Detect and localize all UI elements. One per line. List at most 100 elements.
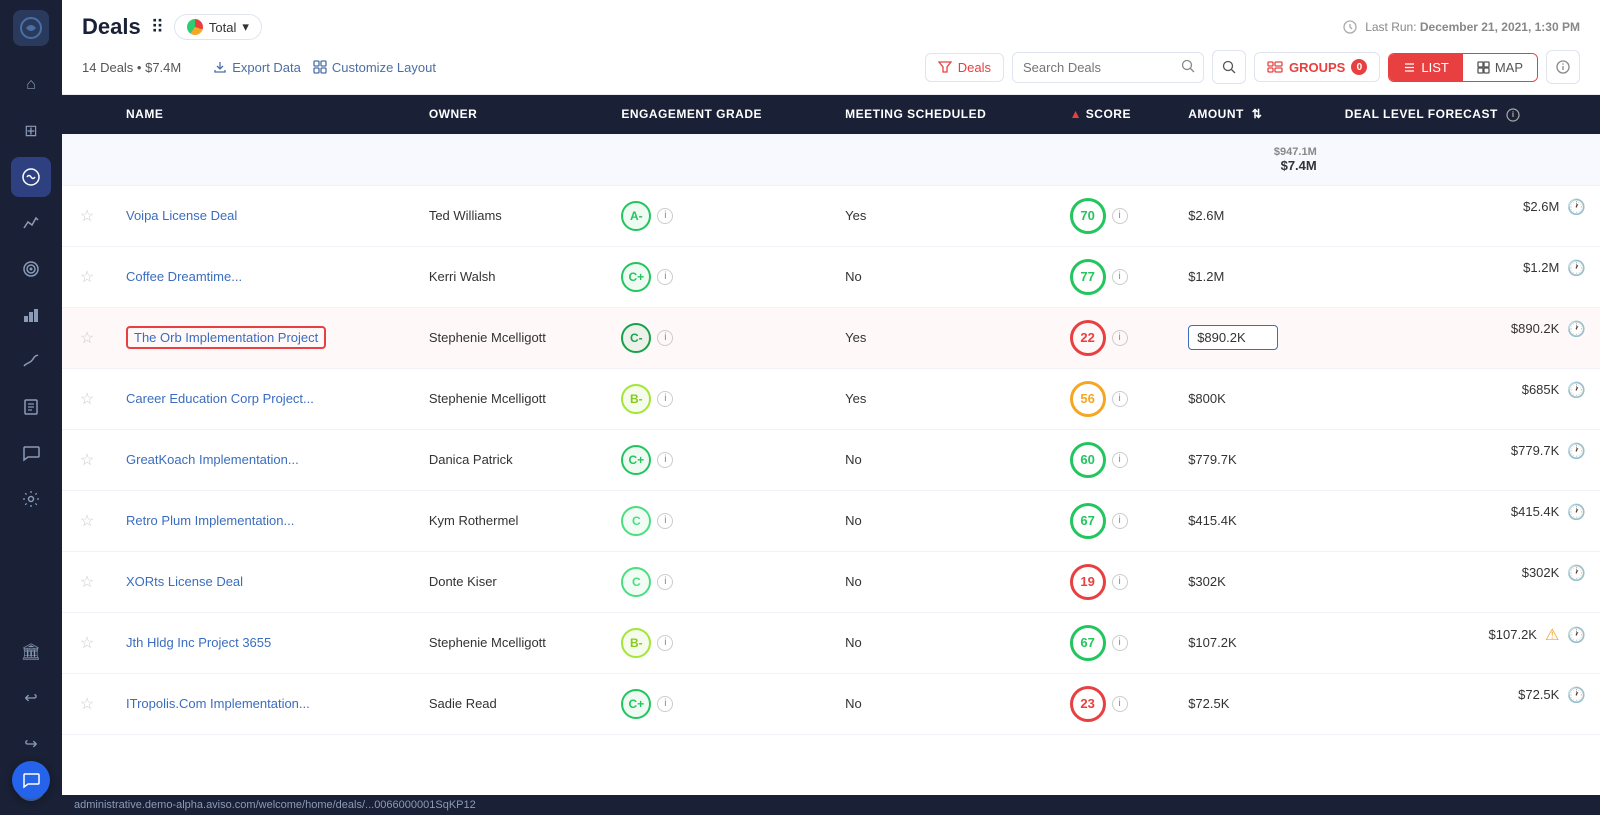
history-icon[interactable]: 🕐 <box>1567 564 1586 582</box>
grade-info-icon[interactable]: i <box>657 208 673 224</box>
total-dropdown[interactable]: Total ▾ <box>174 14 262 40</box>
sidebar-item-back[interactable]: ↩ <box>11 678 51 718</box>
deals-count: 14 Deals • $7.4M <box>82 60 181 75</box>
star-icon[interactable]: ☆ <box>80 513 94 530</box>
grade-info-icon[interactable]: i <box>657 513 673 529</box>
deal-name-link[interactable]: XORts License Deal <box>126 574 243 589</box>
map-view-button[interactable]: MAP <box>1463 54 1537 81</box>
deal-name-link[interactable]: ITropolis.Com Implementation... <box>126 696 310 711</box>
groups-button[interactable]: GROUPS 0 <box>1254 52 1380 82</box>
score-info-icon[interactable]: i <box>1112 452 1128 468</box>
history-icon[interactable]: 🕐 <box>1567 686 1586 704</box>
amount-value: $415.4K <box>1188 513 1236 528</box>
deal-name-link[interactable]: Retro Plum Implementation... <box>126 513 294 528</box>
deal-name-link[interactable]: Voipa License Deal <box>126 208 237 223</box>
deal-meeting: Yes <box>831 307 1055 368</box>
deal-meeting: No <box>831 246 1055 307</box>
deal-amount: $1.2M <box>1174 246 1331 307</box>
star-icon[interactable]: ☆ <box>80 330 94 347</box>
star-icon[interactable]: ☆ <box>80 269 94 286</box>
pie-chart-icon <box>187 19 203 35</box>
deal-name-link[interactable]: Jth Hldg Inc Project 3655 <box>126 635 271 650</box>
amount-value: $107.2K <box>1188 635 1236 650</box>
col-forecast[interactable]: DEAL LEVEL FORECAST <box>1331 95 1600 134</box>
deal-name-link[interactable]: Coffee Dreamtime... <box>126 269 242 284</box>
export-data-link[interactable]: Export Data <box>213 60 301 75</box>
app-logo[interactable] <box>13 10 49 46</box>
deal-owner: Sadie Read <box>415 673 607 734</box>
score-info-icon[interactable]: i <box>1112 574 1128 590</box>
grade-info-icon[interactable]: i <box>657 330 673 346</box>
sidebar-item-forward[interactable]: ↪ <box>11 724 51 764</box>
forecast-value: $890.2K <box>1511 321 1559 336</box>
filter-button[interactable]: Deals <box>925 53 1004 82</box>
deal-name-link[interactable]: GreatKoach Implementation... <box>126 452 299 467</box>
sidebar-item-barchart[interactable] <box>11 295 51 335</box>
col-meeting[interactable]: MEETING SCHEDULED <box>831 95 1055 134</box>
deal-name-link[interactable]: The Orb Implementation Project <box>134 330 318 345</box>
history-icon[interactable]: 🕐 <box>1567 626 1586 644</box>
groups-count-badge: 0 <box>1351 59 1367 75</box>
deal-grade: C+i <box>607 246 831 307</box>
col-name[interactable]: NAME <box>112 95 415 134</box>
sidebar-item-deals[interactable] <box>11 157 51 197</box>
history-icon[interactable]: 🕐 <box>1567 442 1586 460</box>
col-engagement[interactable]: ENGAGEMENT GRADE <box>607 95 831 134</box>
sidebar-item-analytics[interactable] <box>11 203 51 243</box>
history-icon[interactable]: 🕐 <box>1567 503 1586 521</box>
star-icon[interactable]: ☆ <box>80 208 94 225</box>
sidebar-item-docs[interactable] <box>11 387 51 427</box>
grade-info-icon[interactable]: i <box>657 452 673 468</box>
amount-value: $72.5K <box>1188 696 1229 711</box>
history-icon[interactable]: 🕐 <box>1567 259 1586 277</box>
sidebar-item-grid[interactable]: ⊞ <box>11 111 51 151</box>
star-icon[interactable]: ☆ <box>80 574 94 591</box>
history-icon[interactable]: 🕐 <box>1567 381 1586 399</box>
deal-grade: Ci <box>607 490 831 551</box>
grade-info-icon[interactable]: i <box>657 269 673 285</box>
score-info-icon[interactable]: i <box>1112 513 1128 529</box>
amount-input[interactable] <box>1188 325 1278 350</box>
score-badge: 70 <box>1070 198 1106 234</box>
history-icon[interactable]: 🕐 <box>1567 198 1586 216</box>
more-options-icon[interactable]: ⠿ <box>151 17 164 38</box>
chat-bubble-button[interactable] <box>12 761 50 799</box>
col-owner[interactable]: OWNER <box>415 95 607 134</box>
sidebar-item-bank[interactable]: 🏛 <box>11 632 51 672</box>
score-info-icon[interactable]: i <box>1112 635 1128 651</box>
search-expand-button[interactable] <box>1212 50 1246 84</box>
grade-badge: C+ <box>621 689 651 719</box>
search-input[interactable] <box>1013 54 1173 81</box>
groups-label: GROUPS <box>1289 60 1345 75</box>
col-amount[interactable]: AMOUNT ⇅ <box>1174 95 1331 134</box>
score-info-icon[interactable]: i <box>1112 391 1128 407</box>
star-icon[interactable]: ☆ <box>80 452 94 469</box>
score-info-icon[interactable]: i <box>1112 330 1128 346</box>
grade-info-icon[interactable]: i <box>657 696 673 712</box>
search-button[interactable] <box>1173 53 1203 82</box>
page-title: Deals <box>82 14 141 40</box>
history-icon[interactable]: 🕐 <box>1567 320 1586 338</box>
list-view-button[interactable]: LIST <box>1389 54 1462 81</box>
score-info-icon[interactable]: i <box>1112 269 1128 285</box>
sidebar-item-target[interactable] <box>11 249 51 289</box>
grade-info-icon[interactable]: i <box>657 574 673 590</box>
col-score[interactable]: ▲ SCORE <box>1056 95 1175 134</box>
star-icon[interactable]: ☆ <box>80 391 94 408</box>
star-icon[interactable]: ☆ <box>80 696 94 713</box>
sidebar-item-settings[interactable] <box>11 479 51 519</box>
deal-name-link[interactable]: Career Education Corp Project... <box>126 391 314 406</box>
customize-layout-link[interactable]: Customize Layout <box>313 60 436 75</box>
deal-amount: $107.2K <box>1174 612 1331 673</box>
sidebar-item-trend[interactable] <box>11 341 51 381</box>
grade-info-icon[interactable]: i <box>657 635 673 651</box>
grade-info-icon[interactable]: i <box>657 391 673 407</box>
score-info-icon[interactable]: i <box>1112 696 1128 712</box>
sidebar-item-chat[interactable] <box>11 433 51 473</box>
score-info-icon[interactable]: i <box>1112 208 1128 224</box>
sidebar-item-home[interactable]: ⌂ <box>11 65 51 105</box>
deal-meeting: No <box>831 551 1055 612</box>
star-icon[interactable]: ☆ <box>80 635 94 652</box>
info-button[interactable] <box>1546 50 1580 84</box>
deal-amount: $779.7K <box>1174 429 1331 490</box>
